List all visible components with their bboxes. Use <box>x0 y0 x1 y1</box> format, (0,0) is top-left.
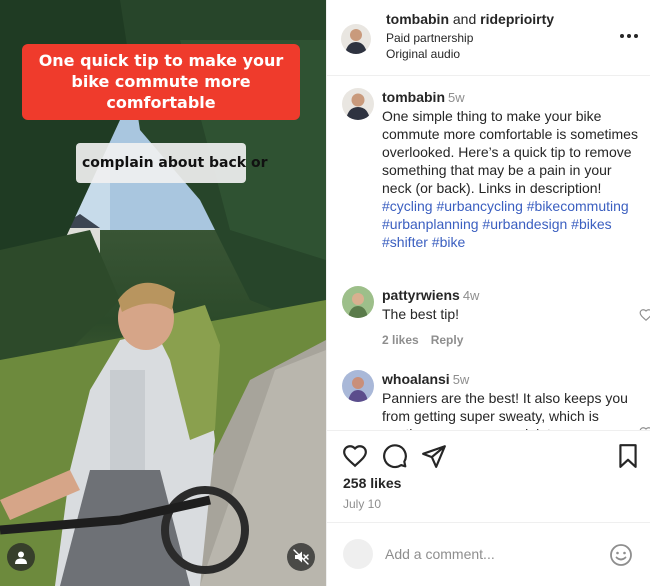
comments-list[interactable]: tombabin 5w One simple thing to make your… <box>327 76 650 430</box>
tagged-users-button[interactable] <box>7 543 35 571</box>
comment-text: The best tip! <box>382 306 460 322</box>
post-header: tombabin and rideprioirty Paid partnersh… <box>327 0 650 76</box>
add-comment-input[interactable] <box>385 541 585 567</box>
mute-toggle-button[interactable] <box>287 543 315 571</box>
authors-joiner: and <box>449 11 481 27</box>
comment-age[interactable]: 5w <box>453 372 470 387</box>
post-side-panel: tombabin and rideprioirty Paid partnersh… <box>326 0 650 586</box>
post-authors: tombabin and rideprioirty <box>386 10 554 28</box>
muted-speaker-icon <box>293 549 309 565</box>
paid-partnership-label[interactable]: Paid partnership <box>386 30 473 46</box>
partner-username-link[interactable]: rideprioirty <box>480 11 554 27</box>
comment-icon[interactable] <box>382 443 408 469</box>
video-subtitle: complain about back or <box>76 143 268 183</box>
comment-likes-count[interactable]: 2 likes <box>382 333 419 347</box>
more-horizontal-icon <box>620 34 624 38</box>
comment-reply-button[interactable]: Reply <box>431 333 464 347</box>
commenter-avatar[interactable] <box>342 370 374 402</box>
heart-icon[interactable] <box>342 443 368 469</box>
comment-age[interactable]: 4w <box>463 288 480 303</box>
caption-author-avatar[interactable] <box>342 88 374 120</box>
likes-count[interactable]: 258 likes <box>343 475 401 491</box>
caption-age[interactable]: 5w <box>448 90 465 105</box>
caption-hashtags[interactable]: #cycling #urbancycling #bikecommuting #u… <box>382 197 644 251</box>
video-caption-headline: One quick tip to make your bike commute … <box>22 44 300 120</box>
author-username-link[interactable]: tombabin <box>386 11 449 27</box>
current-user-avatar <box>343 539 373 569</box>
original-audio-link[interactable]: Original audio <box>386 46 460 62</box>
commenter-username-link[interactable]: pattyrwiens <box>382 287 460 303</box>
comment-text: Panniers are the best! It also keeps you… <box>382 390 628 430</box>
caption-username-link[interactable]: tombabin <box>382 89 445 105</box>
caption-text: One simple thing to make your bike commu… <box>382 108 638 196</box>
user-icon <box>15 551 27 564</box>
commenter-avatar[interactable] <box>342 286 374 318</box>
heart-icon[interactable] <box>639 308 650 322</box>
reel-video[interactable]: One quick tip to make your bike commute … <box>0 0 326 586</box>
send-icon[interactable] <box>421 443 447 469</box>
emoji-icon[interactable] <box>609 543 633 567</box>
author-avatar[interactable] <box>341 24 371 54</box>
bookmark-icon[interactable] <box>615 443 641 469</box>
more-options-button[interactable] <box>617 28 641 44</box>
post-actions-bar: 258 likes July 10 <box>327 430 650 530</box>
commenter-username-link[interactable]: whoalansi <box>382 371 450 387</box>
comment-composer <box>327 522 650 586</box>
post-date[interactable]: July 10 <box>343 497 381 511</box>
